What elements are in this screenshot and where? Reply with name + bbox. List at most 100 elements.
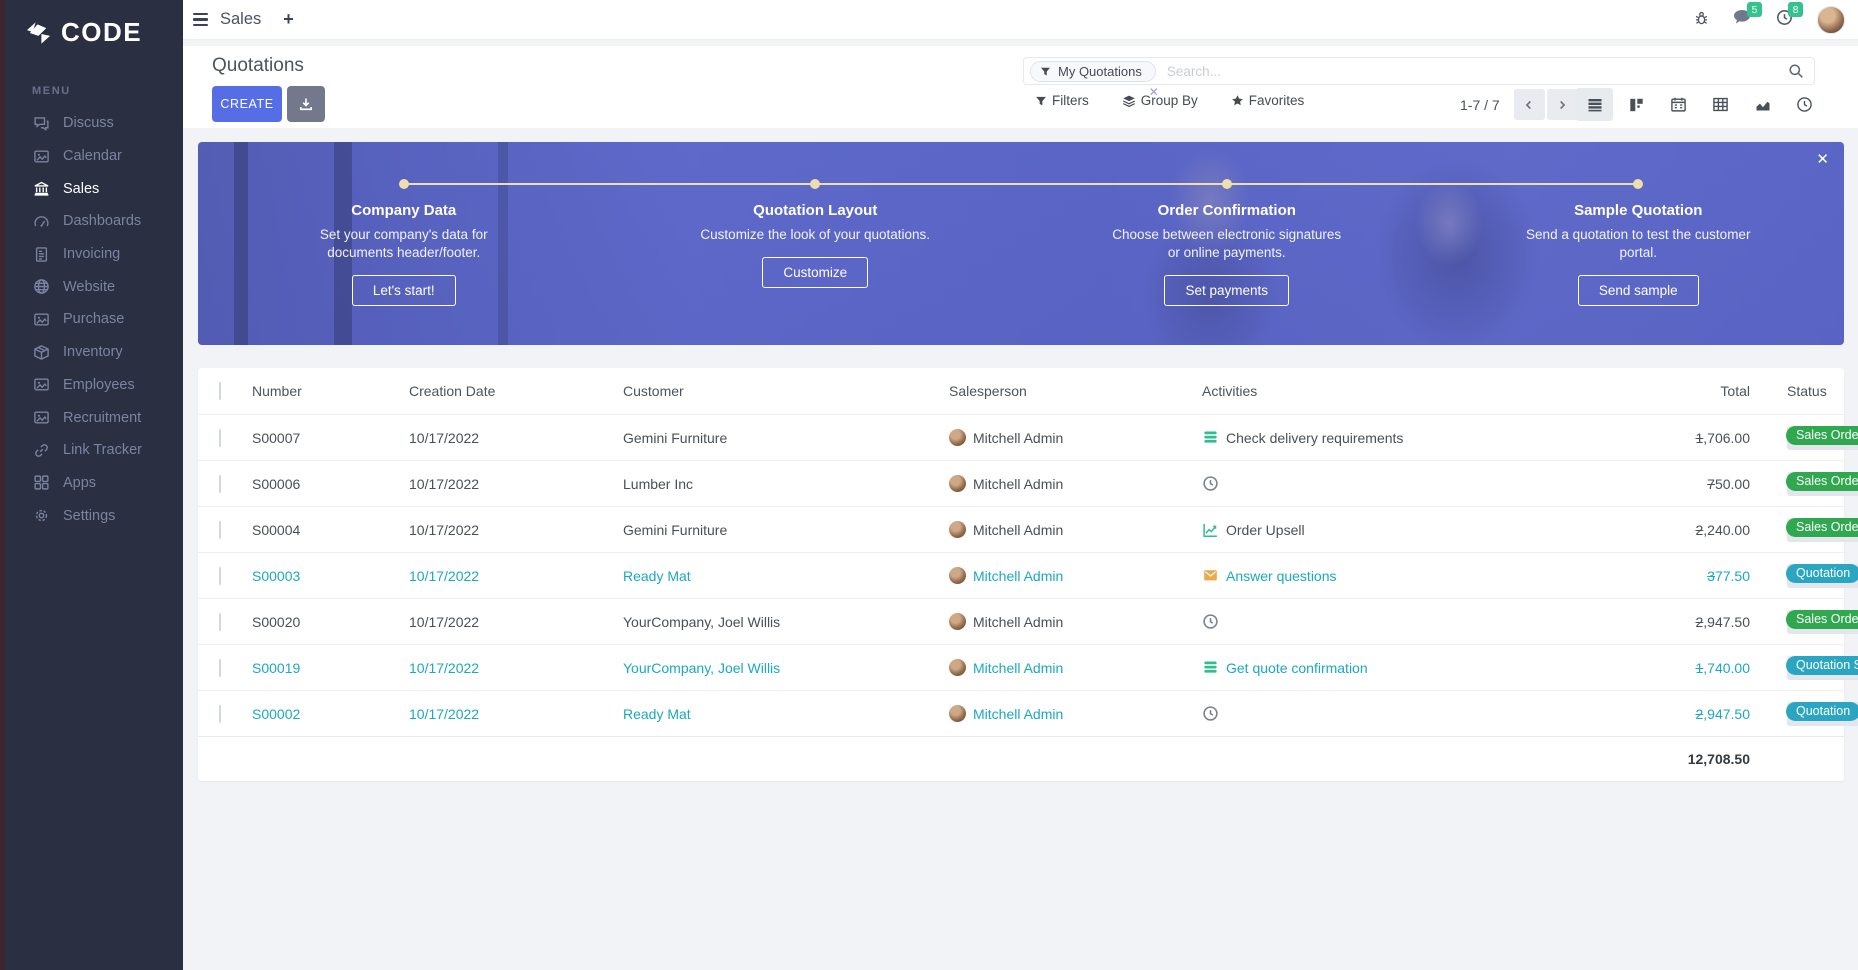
column-header-salesperson[interactable]: Salesperson [939,383,1192,399]
quotation-row-S00020[interactable]: S0002010/17/2022YourCompany, Joel Willis… [198,598,1844,644]
row-activity [1192,705,1542,722]
row-checkbox[interactable] [219,567,221,585]
search-bar[interactable]: My Quotations ✕ Search... [1023,57,1815,85]
debug-bug-icon[interactable] [1694,10,1709,31]
status-badge-label: Sales Order [1786,518,1858,537]
graph-view-button[interactable] [1744,88,1781,121]
banner-close-icon[interactable]: ✕ [1816,150,1829,168]
row-customer: Gemini Furniture [613,430,939,446]
column-header-creation-date[interactable]: Creation Date [399,383,613,399]
sidebar-item-invoicing[interactable]: Invoicing [5,238,183,271]
sidebar-item-purchase[interactable]: Purchase [5,303,183,336]
salesperson-name: Mitchell Admin [973,660,1063,676]
activity-label[interactable]: Order Upsell [1226,522,1305,538]
row-status: Sales Order [1750,610,1858,634]
sidebar-item-label: Website [63,279,115,295]
logo-double-arrow-icon [25,21,52,45]
column-header-number[interactable]: Number [242,383,399,399]
activities-clock-icon[interactable]: 8 [1776,9,1793,31]
add-tab-button[interactable]: + [283,9,294,30]
calendar-view-button[interactable] [1660,88,1697,121]
activity-label[interactable]: Check delivery requirements [1226,430,1403,446]
row-status: Sales Order [1750,472,1858,496]
quotation-row-S00003[interactable]: S0000310/17/2022Ready MatMitchell AdminA… [198,552,1844,598]
download-icon [298,96,314,112]
quotation-row-S00002[interactable]: S0000210/17/2022Ready MatMitchell Admin2… [198,690,1844,736]
step-action-button[interactable]: Customize [762,257,868,288]
sidebar-item-recruitment[interactable]: Recruitment [5,401,183,434]
row-activity: Order Upsell [1192,522,1542,538]
sidebar-item-settings[interactable]: Settings [5,499,183,532]
sidebar-item-label: Apps [63,475,96,491]
pivot-view-button[interactable] [1702,88,1739,121]
row-checkbox[interactable] [219,705,221,723]
step-action-button[interactable]: Set payments [1164,275,1289,306]
image-icon [32,311,50,328]
row-checkbox[interactable] [219,429,221,447]
group-by-button[interactable]: Group By [1122,93,1198,108]
search-icon[interactable] [1788,63,1804,79]
favorites-button[interactable]: Favorites [1231,93,1305,108]
sidebar-item-dashboards[interactable]: Dashboards [5,205,183,238]
column-header-status[interactable]: Status [1750,383,1844,399]
step-action-button[interactable]: Send sample [1578,275,1699,306]
hamburger-menu-icon[interactable] [193,13,208,27]
sidebar-item-website[interactable]: Website [5,270,183,303]
chevron-left-icon [1523,99,1535,111]
sidebar-item-employees[interactable]: Employees [5,369,183,402]
globe-icon [32,278,50,295]
select-all-checkbox[interactable] [219,382,221,400]
column-header-customer[interactable]: Customer [613,383,939,399]
row-creation-date: 10/17/2022 [399,660,613,676]
activity-label[interactable]: Get quote confirmation [1226,660,1368,676]
topbar-app-name[interactable]: Sales [220,10,261,29]
quotation-row-S00007[interactable]: S0000710/17/2022Gemini Furniture Mitchell… [198,414,1844,460]
sidebar-item-apps[interactable]: Apps [5,467,183,500]
pager: 1-7 / 7 [1460,89,1578,120]
export-button[interactable] [287,86,325,122]
filters-button[interactable]: Filters [1035,93,1089,108]
column-header-activities[interactable]: Activities [1192,383,1542,399]
search-facet-my-quotations[interactable]: My Quotations ✕ [1030,61,1156,82]
row-salesperson: Mitchell Admin [939,475,1192,492]
app-logo[interactable]: CODE [5,0,183,48]
row-creation-date: 10/17/2022 [399,430,613,446]
row-checkbox[interactable] [219,659,221,677]
row-checkbox[interactable] [219,521,221,539]
sidebar-item-calendar[interactable]: Calendar [5,140,183,173]
row-total: 2,240.00 [1542,522,1750,538]
create-button[interactable]: CREATE [212,86,282,122]
onboarding-banner: Company DataSet your company's data for … [198,142,1844,345]
quotation-row-S00006[interactable]: S0000610/17/2022Lumber IncMitchell Admin… [198,460,1844,506]
row-checkbox[interactable] [219,613,221,631]
activity-view-icon [1796,96,1813,113]
step-action-button[interactable]: Let's start! [352,275,456,306]
row-total: 2,947.50 [1542,706,1750,722]
table-header-row: Number Creation Date Customer Salesperso… [198,368,1844,414]
sidebar-item-discuss[interactable]: Discuss [5,107,183,140]
pivot-view-icon [1712,96,1729,113]
column-header-total[interactable]: Total [1542,383,1750,399]
activity-view-button[interactable] [1786,88,1823,121]
pager-next-button[interactable] [1547,89,1578,120]
messages-icon[interactable]: 5 [1733,9,1752,31]
salesperson-name: Mitchell Admin [973,430,1063,446]
row-creation-date: 10/17/2022 [399,568,613,584]
user-avatar[interactable] [1817,6,1845,34]
control-panel: Quotations CREATE My Quotations ✕ Search… [183,46,1858,128]
salesperson-avatar [949,521,966,538]
activity-label[interactable]: Answer questions [1226,568,1337,584]
quotation-row-S00004[interactable]: S0000410/17/2022Gemini FurnitureMitchell… [198,506,1844,552]
status-badge: Sales Order [1787,610,1858,634]
row-activity: Get quote confirmation [1192,660,1542,676]
pager-previous-button[interactable] [1514,89,1545,120]
row-checkbox[interactable] [219,475,221,493]
kanban-view-button[interactable] [1618,88,1655,121]
sidebar-item-sales[interactable]: Sales [5,172,183,205]
quotation-row-S00019[interactable]: S0001910/17/2022YourCompany, Joel Willis… [198,644,1844,690]
row-number: S00007 [242,430,399,446]
list-view-button[interactable] [1576,88,1613,121]
sidebar-item-label: Settings [63,508,115,524]
sidebar-item-link-tracker[interactable]: Link Tracker [5,434,183,467]
sidebar-item-inventory[interactable]: Inventory [5,336,183,369]
